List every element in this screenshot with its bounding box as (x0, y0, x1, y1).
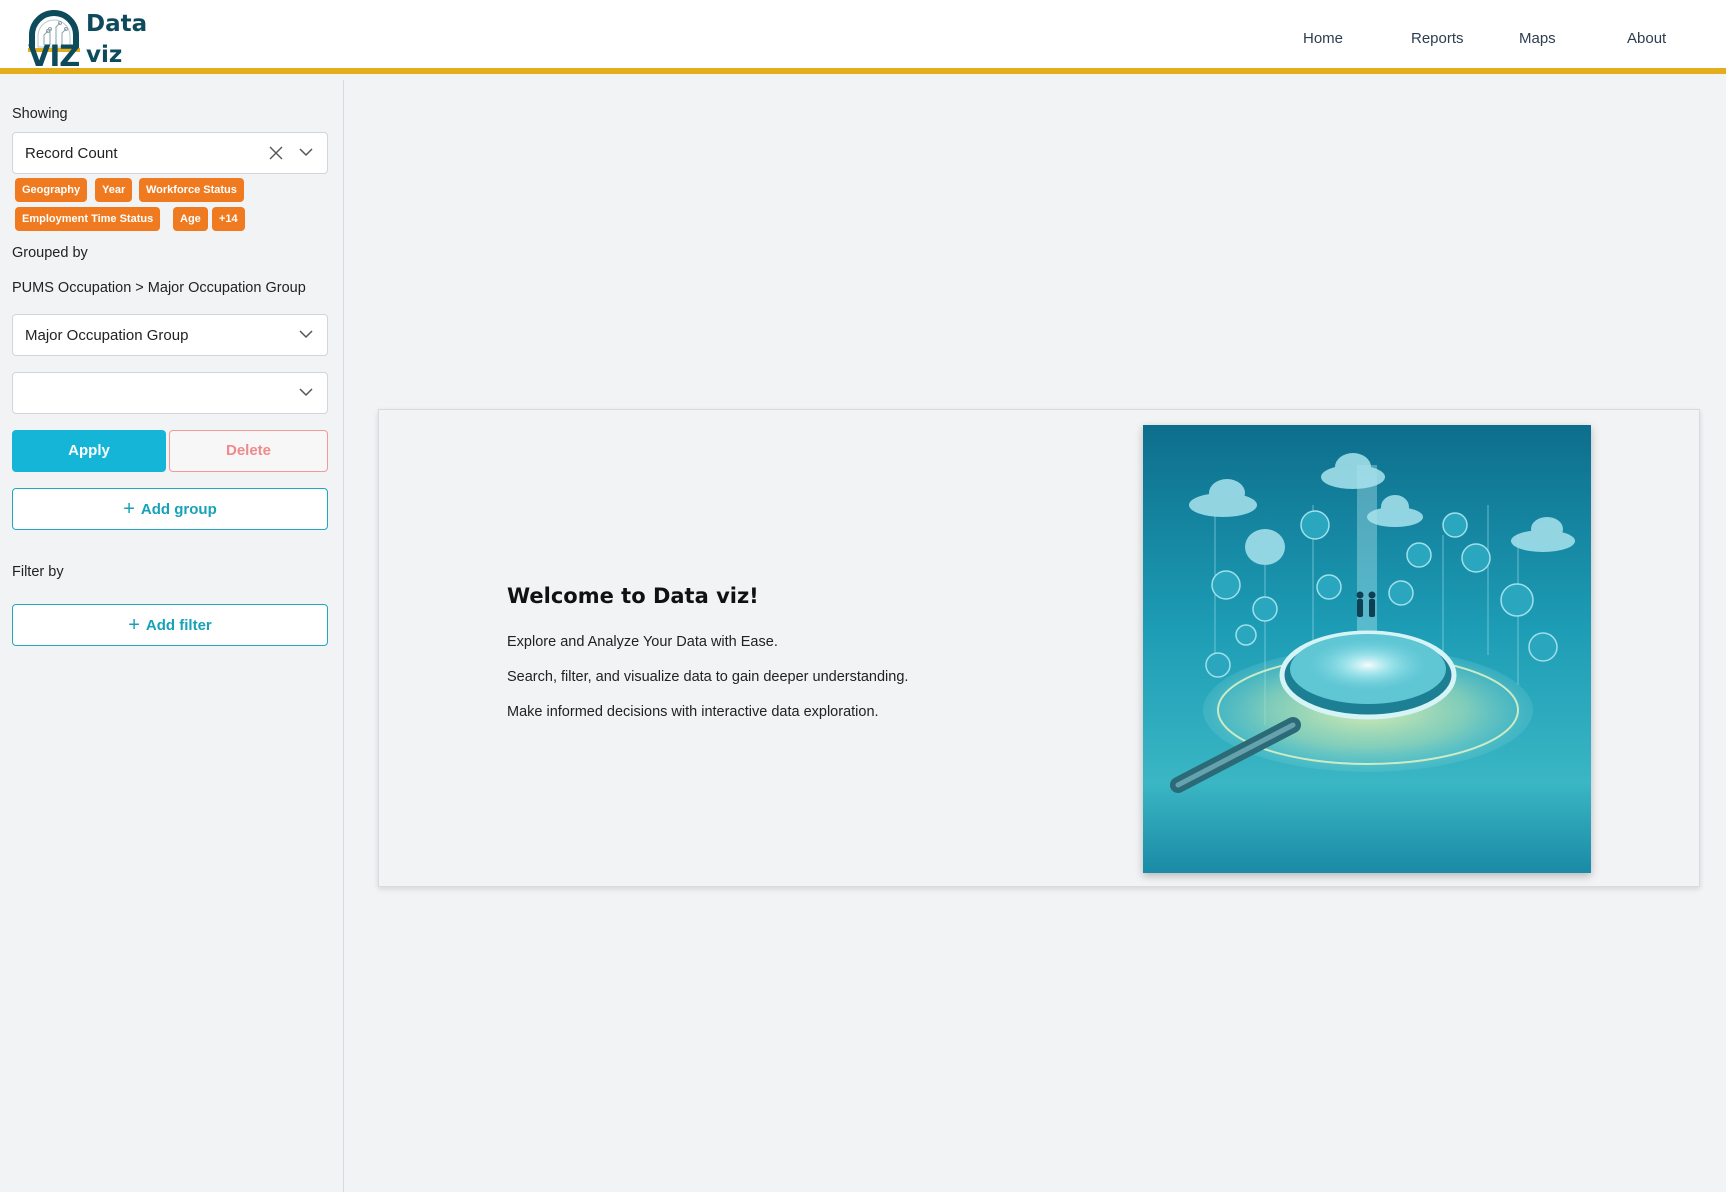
add-filter-button[interactable]: + Add filter (12, 604, 328, 646)
welcome-title: Welcome to Data viz! (507, 584, 759, 608)
group-select-value: Major Occupation Group (25, 327, 189, 344)
chip-age[interactable]: Age (173, 207, 208, 231)
brand-logo[interactable]: Data viz VIZ (28, 9, 156, 73)
add-group-button[interactable]: + Add group (12, 488, 328, 530)
chevron-down-icon[interactable] (299, 387, 313, 397)
welcome-line-3: Make informed decisions with interactive… (507, 704, 879, 720)
chip-geography[interactable]: Geography (15, 178, 88, 202)
hero-illustration (1143, 425, 1591, 873)
grouped-by-label: Grouped by (12, 245, 88, 261)
group-select[interactable]: Major Occupation Group (12, 314, 328, 356)
welcome-card: Welcome to Data viz! Explore and Analyze… (378, 409, 1700, 887)
plus-icon: + (128, 614, 140, 636)
filter-by-label: Filter by (12, 564, 64, 580)
nav-home[interactable]: Home (1303, 30, 1343, 47)
chip-workforce-status[interactable]: Workforce Status (139, 178, 244, 202)
brand-mark-viz: VIZ (28, 39, 80, 73)
chevron-down-icon[interactable] (299, 329, 313, 339)
magnifier-data-illustration (1143, 425, 1591, 873)
chevron-down-icon[interactable] (299, 147, 313, 157)
nav-reports[interactable]: Reports (1411, 30, 1464, 47)
chip-more[interactable]: +14 (212, 207, 245, 231)
nav-about[interactable]: About (1627, 30, 1666, 47)
apply-button[interactable]: Apply (12, 430, 166, 472)
sidebar: Showing Record Count Geography Year Work… (0, 80, 344, 1192)
add-filter-label: Add filter (145, 617, 212, 634)
delete-button[interactable]: Delete (169, 430, 328, 472)
measure-select[interactable]: Record Count (12, 132, 328, 174)
plus-icon: + (123, 498, 135, 520)
brand-word-data: Data (86, 11, 148, 37)
welcome-line-1: Explore and Analyze Your Data with Ease. (507, 634, 778, 650)
showing-label: Showing (12, 106, 68, 122)
chip-year[interactable]: Year (95, 178, 133, 202)
subgroup-select[interactable] (12, 372, 328, 414)
welcome-line-2: Search, filter, and visualize data to ga… (507, 669, 909, 685)
add-group-label: Add group (140, 501, 217, 518)
group-breadcrumb: PUMS Occupation > Major Occupation Group (12, 280, 306, 296)
measure-select-value: Record Count (25, 145, 118, 162)
brand-word-viz: viz (86, 42, 123, 68)
chip-employment-time-status[interactable]: Employment Time Status (15, 207, 161, 231)
nav-maps[interactable]: Maps (1519, 30, 1556, 47)
clear-icon[interactable] (269, 146, 283, 160)
top-header: Data viz VIZ Home Reports Maps About (0, 0, 1726, 74)
